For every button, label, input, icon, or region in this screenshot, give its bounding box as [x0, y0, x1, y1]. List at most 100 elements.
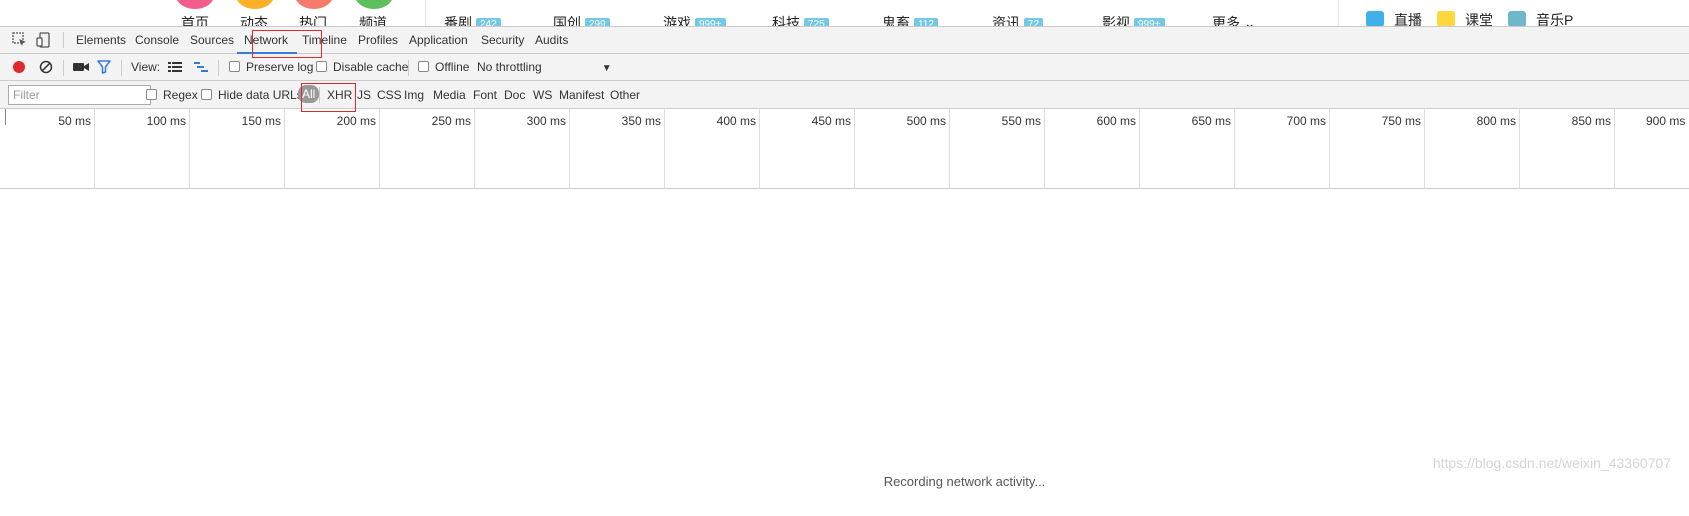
- toolbar-divider: [218, 60, 219, 76]
- timeline-tick: 750 ms: [1330, 109, 1425, 189]
- category-tech[interactable]: 科技 725: [772, 13, 829, 26]
- recording-status: Recording network activity...: [883, 474, 1046, 489]
- count-badge: 72: [1024, 18, 1044, 26]
- dropdown-arrow-icon: ▼: [601, 63, 612, 74]
- chevron-down-icon: ⌄: [1243, 15, 1256, 26]
- type-filter-media[interactable]: Media: [433, 88, 466, 102]
- tab-elements[interactable]: Elements: [76, 33, 126, 47]
- nav-hot[interactable]: 热门: [299, 13, 327, 26]
- screen: 首页 动态 热门 频道 番剧 242 国创 299 游戏 999+ 科技 725 鬼畜 1…: [0, 0, 1689, 516]
- nav-dynamic[interactable]: 动态: [240, 13, 268, 26]
- watermark: https://blog.csdn.net/weixin_43360707: [1432, 455, 1671, 471]
- inspect-element-icon[interactable]: [12, 32, 28, 48]
- timeline-tick: 700 ms: [1235, 109, 1330, 189]
- offline-checkbox[interactable]: Offline: [418, 60, 469, 74]
- category-game[interactable]: 游戏 999+: [663, 13, 726, 26]
- count-badge: 999+: [695, 18, 726, 26]
- timeline-tick: 600 ms: [1045, 109, 1140, 189]
- timeline-tick: 650 ms: [1140, 109, 1235, 189]
- network-tab-highlight: [252, 30, 322, 58]
- nav-channel[interactable]: 频道: [359, 13, 387, 26]
- devtools-panel: Elements Console Sources Network Timelin…: [0, 26, 1689, 516]
- timeline-tick: 300 ms: [475, 109, 570, 189]
- waterfall-view-icon[interactable]: [194, 61, 208, 73]
- clear-icon[interactable]: [39, 60, 53, 74]
- checkbox[interactable]: [418, 61, 429, 72]
- timeline-tick: 500 ms: [855, 109, 950, 189]
- category-bangumi[interactable]: 番剧 242: [444, 13, 501, 26]
- toolbar-divider: [408, 60, 409, 76]
- category-kichiku[interactable]: 鬼畜 112: [882, 13, 938, 26]
- checkbox[interactable]: [316, 61, 327, 72]
- link-music[interactable]: 音乐P: [1508, 10, 1573, 26]
- count-badge: 725: [804, 18, 829, 26]
- timeline-tick: 450 ms: [760, 109, 855, 189]
- hot-nav-icon[interactable]: [295, 0, 333, 9]
- tab-audits[interactable]: Audits: [535, 33, 568, 47]
- category-guochuang[interactable]: 国创 299: [553, 13, 610, 26]
- count-badge: 242: [476, 18, 501, 26]
- device-toolbar-icon[interactable]: [36, 32, 52, 48]
- record-icon[interactable]: [12, 60, 26, 74]
- timeline-tick: 550 ms: [950, 109, 1045, 189]
- live-user-icon: [1366, 11, 1384, 26]
- music-icon: [1508, 11, 1526, 26]
- channel-nav-icon[interactable]: [355, 0, 393, 9]
- checkbox[interactable]: [146, 89, 157, 100]
- link-live[interactable]: 直播: [1366, 10, 1422, 26]
- hide-data-urls-checkbox[interactable]: Hide data URLs: [201, 88, 303, 102]
- timeline-tick: 400 ms: [665, 109, 760, 189]
- regex-checkbox[interactable]: Regex: [146, 88, 198, 102]
- dynamic-nav-icon[interactable]: [236, 0, 274, 9]
- throttling-select[interactable]: No throttling ▼: [477, 60, 612, 74]
- disable-cache-checkbox[interactable]: Disable cache: [316, 60, 408, 74]
- category-news[interactable]: 资讯 72: [992, 13, 1044, 26]
- tab-console[interactable]: Console: [135, 33, 179, 47]
- timeline-tick: 850 ms: [1520, 109, 1615, 189]
- all-filter-highlight: [301, 83, 356, 112]
- classroom-face-icon: [1437, 11, 1455, 26]
- link-classroom[interactable]: 课堂: [1437, 10, 1493, 26]
- filter-input[interactable]: [8, 85, 151, 105]
- count-badge: 299: [585, 18, 610, 26]
- type-filter-font[interactable]: Font: [473, 88, 497, 102]
- timeline-overview[interactable]: 50 ms 100 ms 150 ms 200 ms 250 ms 300 ms…: [0, 109, 1689, 189]
- timeline-tick: 50 ms: [5, 109, 95, 189]
- type-filter-other[interactable]: Other: [610, 88, 640, 102]
- timeline-tick: 100 ms: [95, 109, 190, 189]
- category-more[interactable]: 更多 ⌄: [1212, 13, 1256, 26]
- tab-security[interactable]: Security: [481, 33, 524, 47]
- header-divider: [1338, 0, 1339, 26]
- website-header: 首页 动态 热门 频道 番剧 242 国创 299 游戏 999+ 科技 725 鬼畜 1…: [0, 0, 1689, 26]
- network-toolbar: View: Preserve log Disable cache Offline…: [0, 54, 1689, 81]
- type-filter-manifest[interactable]: Manifest: [559, 88, 604, 102]
- type-filter-css[interactable]: CSS: [377, 88, 402, 102]
- timeline-tick: 250 ms: [380, 109, 475, 189]
- type-filter-img[interactable]: Img: [404, 88, 424, 102]
- home-nav-icon[interactable]: [176, 0, 214, 9]
- toolbar-divider: [121, 60, 122, 76]
- list-view-icon[interactable]: [168, 61, 182, 73]
- count-badge: 999+: [1134, 18, 1165, 26]
- category-film[interactable]: 影视 999+: [1102, 13, 1165, 26]
- tab-profiles[interactable]: Profiles: [358, 33, 398, 47]
- timeline-tick: 800 ms: [1425, 109, 1520, 189]
- timeline-tick: 350 ms: [570, 109, 665, 189]
- checkbox[interactable]: [201, 89, 212, 100]
- tab-application[interactable]: Application: [409, 33, 468, 47]
- timeline-tick: 900 ms: [1646, 114, 1686, 128]
- preserve-log-checkbox[interactable]: Preserve log: [229, 60, 313, 74]
- type-filter-ws[interactable]: WS: [533, 88, 552, 102]
- type-filter-js[interactable]: JS: [357, 88, 371, 102]
- filter-bar: Regex Hide data URLs All XHR JS CSS Img …: [0, 81, 1689, 109]
- screenshot-camera-icon[interactable]: [73, 61, 89, 73]
- toolbar-divider: [63, 32, 64, 48]
- filter-funnel-icon[interactable]: [97, 60, 111, 74]
- toolbar-divider: [63, 60, 64, 76]
- count-badge: 112: [914, 18, 938, 26]
- nav-home[interactable]: 首页: [181, 13, 209, 26]
- timeline-tick: 150 ms: [190, 109, 285, 189]
- tab-sources[interactable]: Sources: [190, 33, 234, 47]
- checkbox[interactable]: [229, 61, 240, 72]
- type-filter-doc[interactable]: Doc: [504, 88, 525, 102]
